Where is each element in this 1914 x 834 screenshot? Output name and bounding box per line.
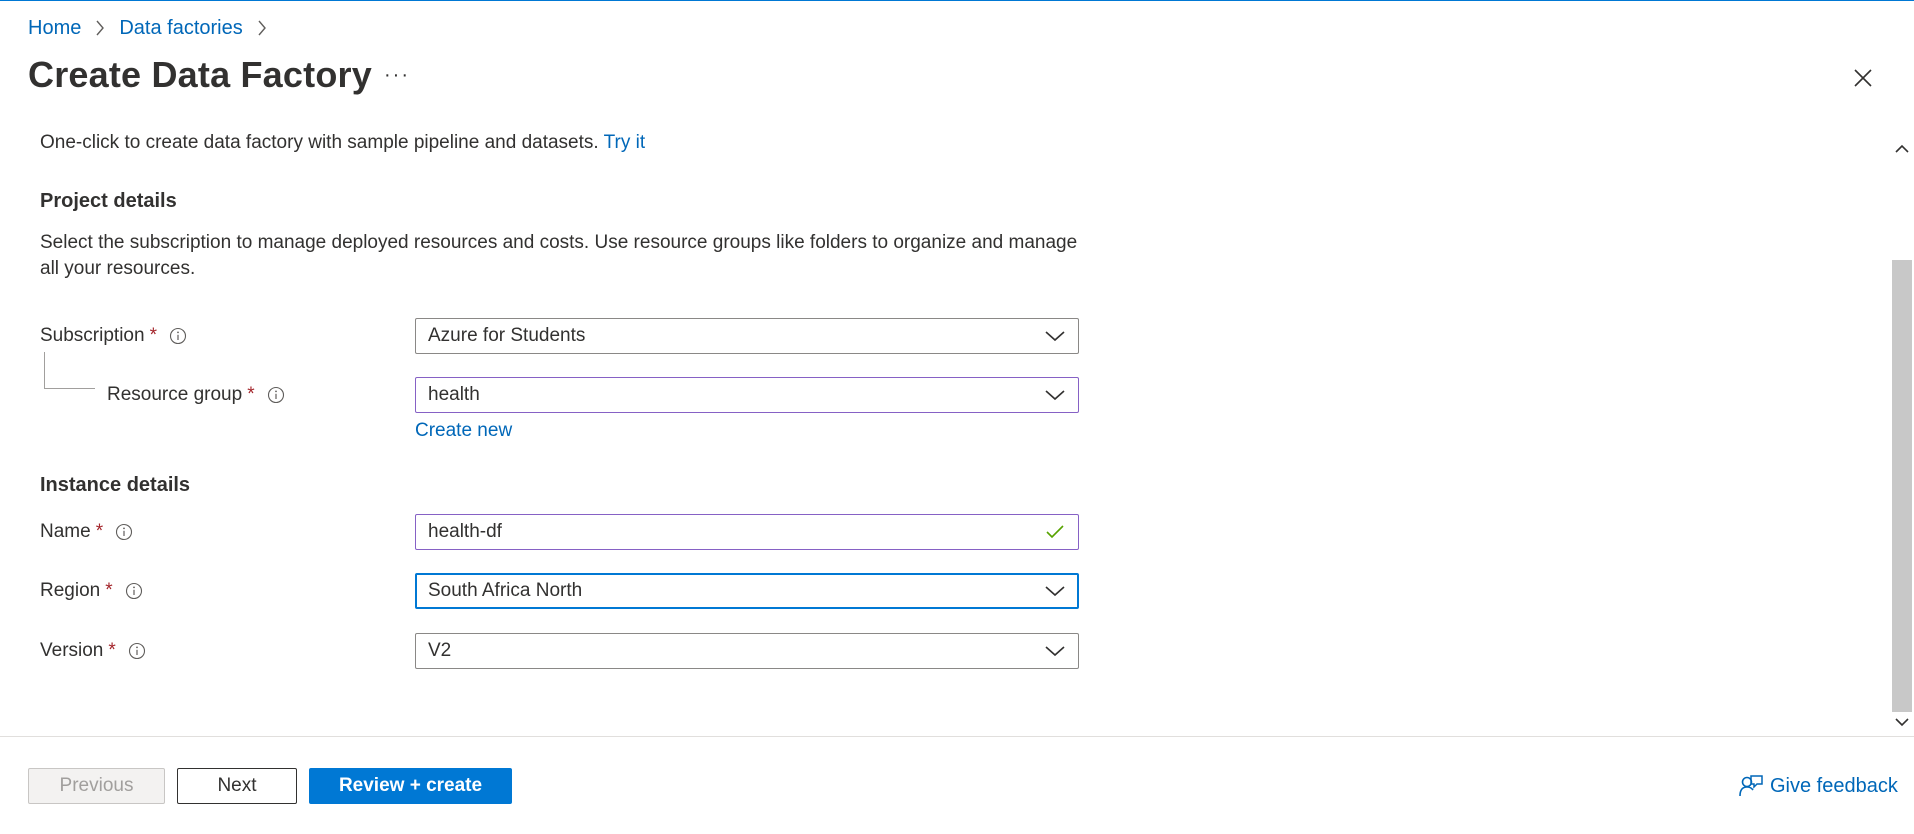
scrollbar-thumb[interactable] [1892,260,1912,712]
scroll-down-icon[interactable] [1893,713,1911,731]
top-accent-line [0,0,1914,1]
chevron-right-icon [257,20,267,36]
breadcrumb-home[interactable]: Home [28,17,81,40]
region-label-text: Region [40,580,101,601]
project-details-heading: Project details [40,190,177,212]
subscription-dropdown[interactable]: Azure for Students [415,318,1079,354]
info-icon[interactable] [128,642,146,660]
info-icon[interactable] [115,523,133,541]
required-asterisk: * [105,580,113,601]
breadcrumb: Home Data factories [28,14,281,42]
subscription-value: Azure for Students [428,325,586,346]
version-dropdown[interactable]: V2 [415,633,1079,669]
create-new-resource-group-link[interactable]: Create new [415,420,512,442]
chevron-down-icon [1044,584,1066,598]
feedback-person-icon [1738,773,1764,799]
resource-group-label: Resource group * [107,377,285,413]
version-label: Version * [40,633,146,669]
tree-connector [44,352,95,389]
name-input[interactable]: health-df [415,514,1079,550]
name-value: health-df [428,521,502,542]
required-asterisk: * [95,521,104,542]
footer-divider [0,736,1914,737]
name-label: Name * [40,514,133,550]
page-title: Create Data Factory [28,54,372,95]
resource-group-value: health [428,384,480,405]
try-it-link[interactable]: Try it [604,132,646,153]
chevron-down-icon [1044,329,1066,343]
region-value: South Africa North [428,580,583,601]
version-label-text: Version [40,640,104,661]
info-icon[interactable] [169,327,187,345]
give-feedback-label: Give feedback [1770,774,1898,797]
previous-button[interactable]: Previous [28,768,165,804]
intro-description: One-click to create data factory with sa… [40,132,604,153]
region-dropdown[interactable]: South Africa North [415,573,1079,609]
more-options-button[interactable]: ··· [384,64,410,87]
next-button[interactable]: Next [177,768,297,804]
name-label-text: Name [40,521,91,542]
chevron-down-icon [1044,644,1066,658]
scroll-up-icon[interactable] [1893,140,1911,158]
breadcrumb-data-factories[interactable]: Data factories [119,17,242,40]
checkmark-icon [1044,525,1066,539]
required-asterisk: * [108,640,116,661]
give-feedback-link[interactable]: Give feedback [1738,773,1898,799]
required-asterisk: * [149,325,157,346]
close-icon [1853,68,1873,88]
info-icon[interactable] [125,582,143,600]
review-create-button[interactable]: Review + create [309,768,512,804]
resource-group-dropdown[interactable]: health [415,377,1079,413]
region-label: Region * [40,573,143,609]
chevron-right-icon [95,20,105,36]
required-asterisk: * [247,384,255,405]
form-content: One-click to create data factory with sa… [0,122,1888,734]
close-button[interactable] [1849,64,1877,92]
chevron-down-icon [1044,388,1066,402]
project-details-description: Select the subscription to manage deploy… [40,232,1078,279]
subscription-label-text: Subscription [40,325,145,346]
resource-group-label-text: Resource group [107,384,243,405]
info-icon[interactable] [267,386,285,404]
intro-text: One-click to create data factory with sa… [40,132,645,154]
subscription-label: Subscription * [40,318,187,354]
instance-details-heading: Instance details [40,474,191,496]
version-value: V2 [428,640,452,661]
